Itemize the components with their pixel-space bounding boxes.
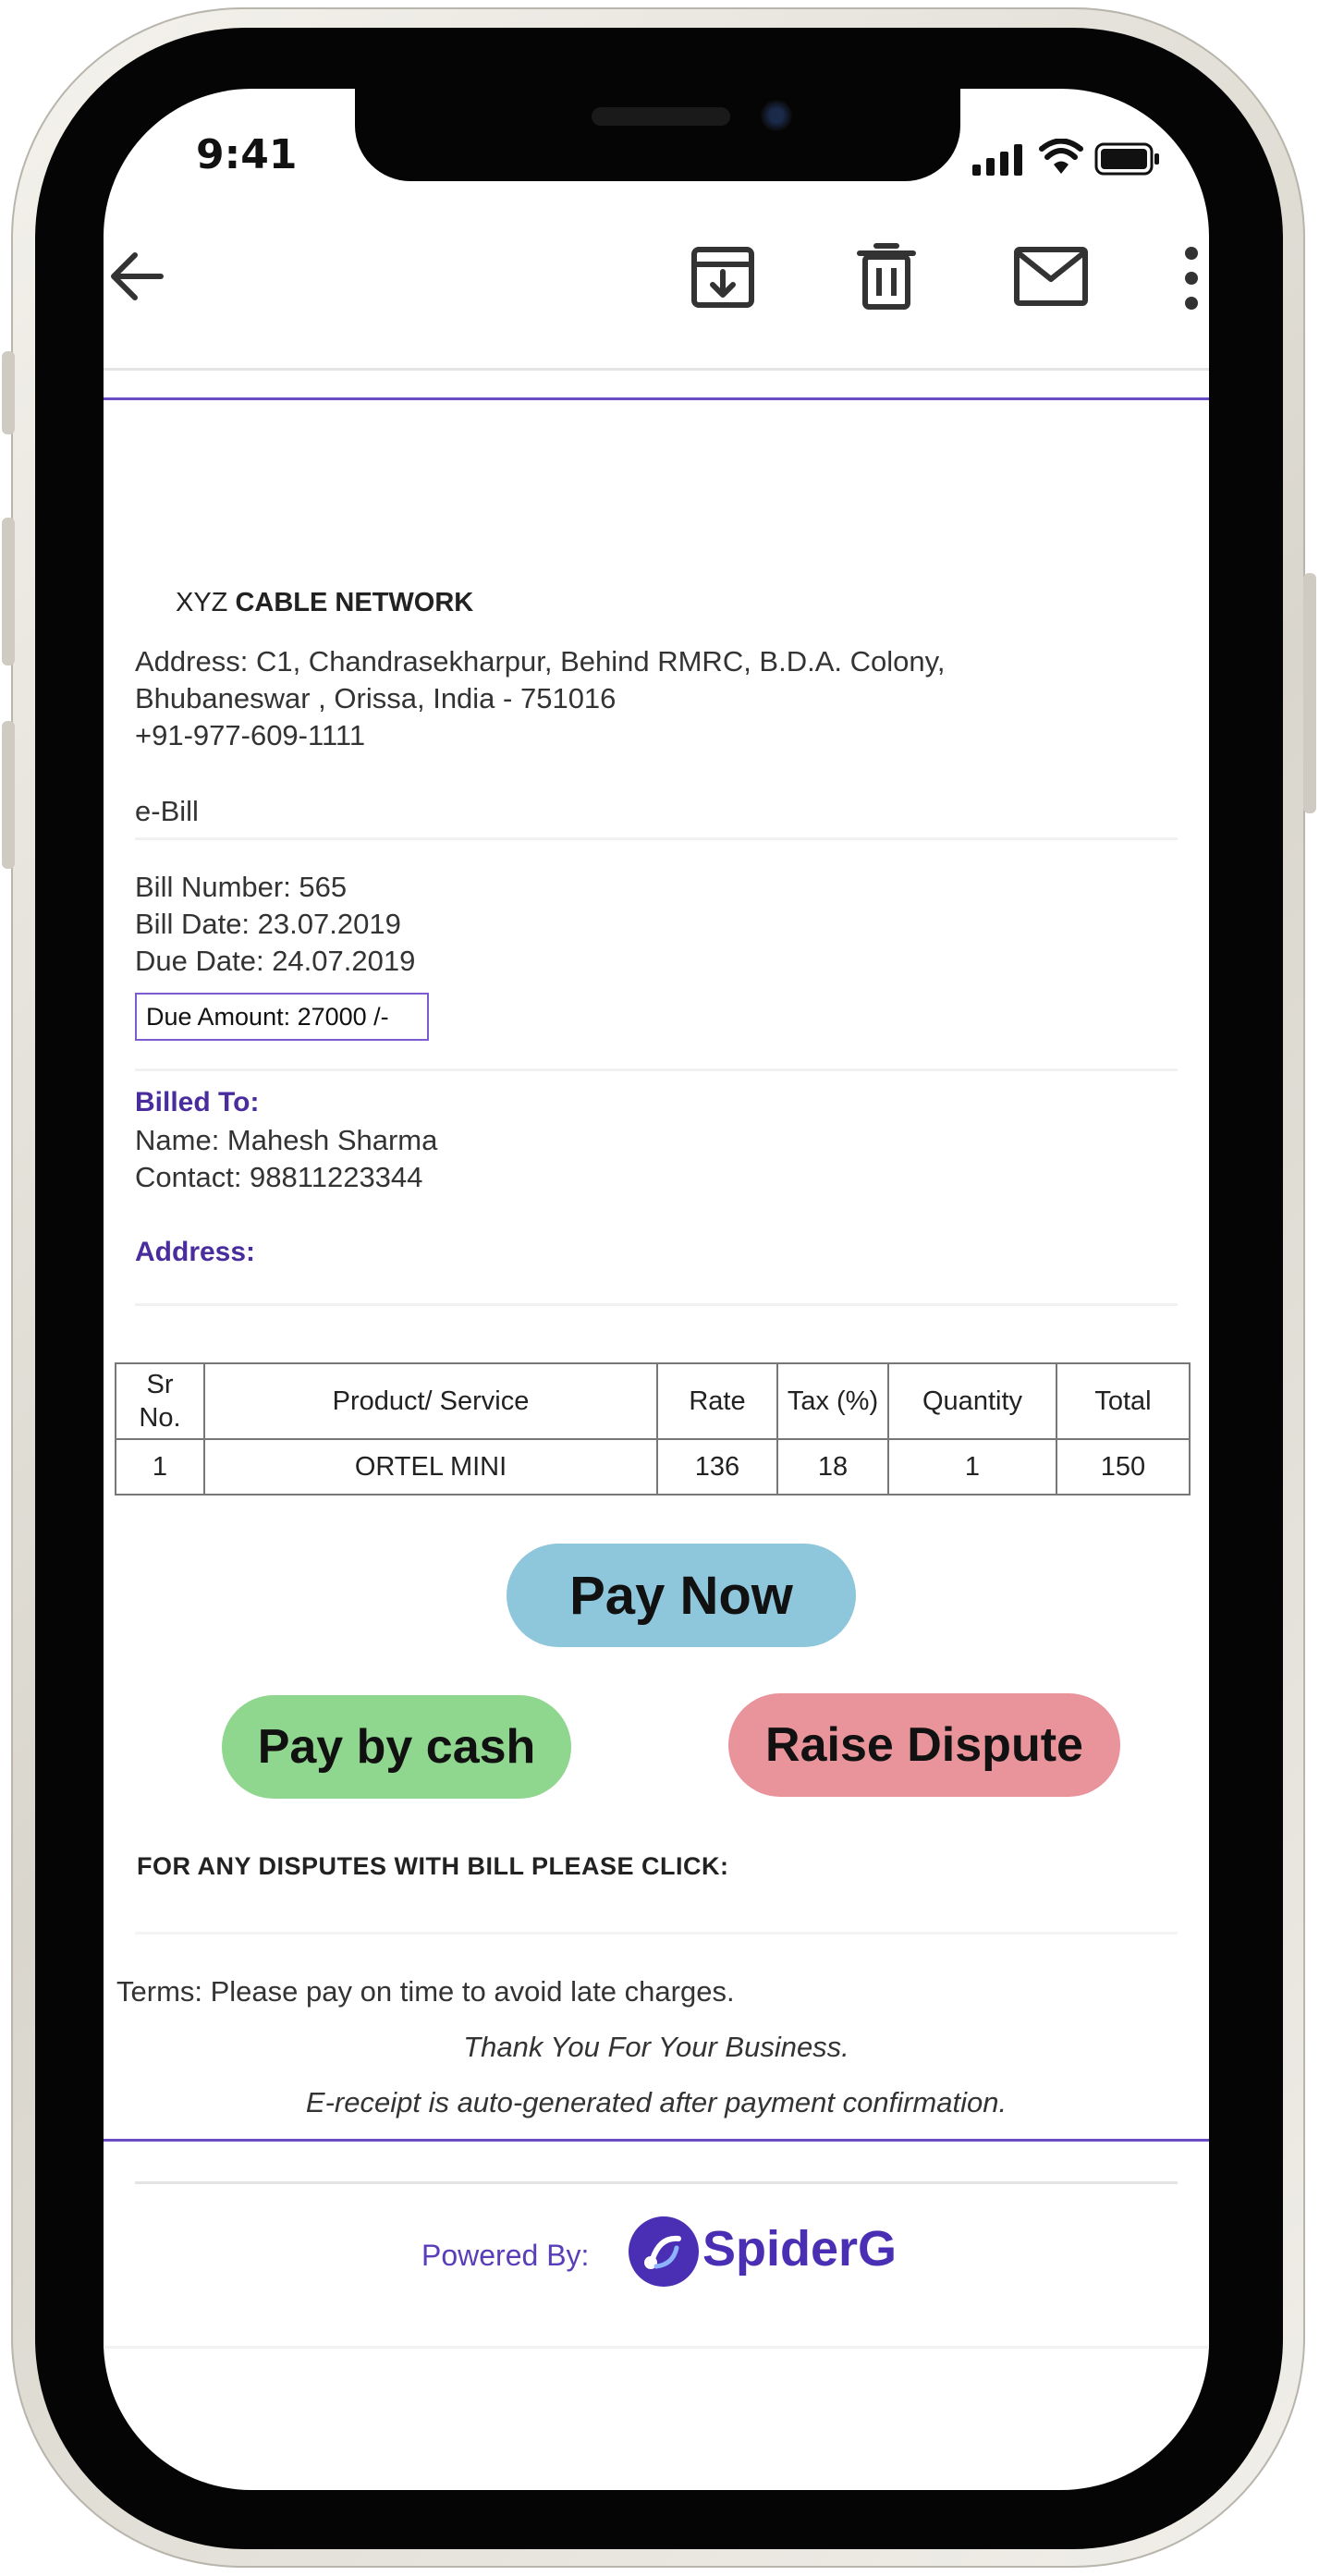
- col-product: Product/ Service: [203, 1362, 658, 1440]
- thank-you-text: Thank You For Your Business.: [463, 2031, 849, 2063]
- customer-name: Name: Mahesh Sharma: [135, 1124, 438, 1156]
- trash-icon: [857, 243, 916, 310]
- wifi-icon: [1039, 139, 1083, 176]
- business-phone: +91-977-609-1111: [135, 719, 366, 751]
- dispute-note: FOR ANY DISPUTES WITH BILL PLEASE CLICK:: [137, 1852, 729, 1880]
- due-amount: Due Amount: 27000 /-: [135, 993, 429, 1041]
- business-address-line1: Address: C1, Chandrasekharpur, Behind RM…: [135, 645, 946, 678]
- receipt-note: E-receipt is auto-generated after paymen…: [305, 2086, 1008, 2118]
- bill-number: Bill Number: 565: [135, 871, 348, 903]
- raise-dispute-button[interactable]: Raise Dispute: [728, 1693, 1120, 1797]
- back-button[interactable]: [104, 242, 172, 311]
- archive-download-icon: [691, 247, 754, 308]
- cell-tax: 18: [776, 1438, 889, 1496]
- signal-icon: [972, 144, 1026, 176]
- cell-quantity: 1: [887, 1438, 1057, 1496]
- col-tax: Tax (%): [776, 1362, 889, 1440]
- email-bottom-divider: [104, 2139, 1209, 2142]
- billed-to-label: Billed To:: [135, 1087, 260, 1117]
- col-sr-no: Sr No.: [115, 1362, 205, 1440]
- due-date: Due Date: 24.07.2019: [135, 945, 416, 977]
- toolbar-separator: [104, 368, 1209, 371]
- phone-screen: [104, 89, 1209, 2490]
- document-type: e-Bill: [135, 795, 199, 827]
- customer-address-label: Address:: [135, 1237, 256, 1267]
- mail-button[interactable]: [1013, 246, 1089, 307]
- business-prefix: XYZ: [176, 588, 228, 617]
- powered-by-label: Powered By:: [421, 2239, 590, 2272]
- pay-by-cash-button[interactable]: Pay by cash: [222, 1695, 571, 1799]
- spiderg-logo-icon: [629, 2216, 699, 2287]
- section-separator-4: [135, 1932, 1178, 1935]
- more-vertical-icon: [1185, 247, 1198, 310]
- cell-rate: 136: [656, 1438, 778, 1496]
- section-separator-3: [135, 1303, 1178, 1306]
- phone-volume-up-button: [2, 518, 15, 665]
- section-separator-1: [135, 837, 1178, 840]
- section-separator-2: [135, 1068, 1178, 1071]
- footer-bottom-separator: [104, 2346, 1209, 2349]
- arrow-left-icon: [111, 252, 164, 300]
- phone-volume-down-button: [2, 721, 15, 869]
- cell-sr: 1: [115, 1438, 205, 1496]
- col-total: Total: [1056, 1362, 1191, 1440]
- status-time: 9:41: [196, 131, 298, 178]
- email-top-divider: [104, 397, 1209, 400]
- phone-side-button: [2, 351, 15, 434]
- bill-items-table: Sr No. Product/ Service Rate Tax (%) Qua…: [115, 1362, 1191, 1496]
- pay-now-button[interactable]: Pay Now: [507, 1544, 856, 1647]
- speaker-grille: [592, 107, 730, 126]
- col-rate: Rate: [656, 1362, 778, 1440]
- footer-separator: [135, 2181, 1178, 2184]
- terms-text: Terms: Please pay on time to avoid late …: [116, 1975, 735, 2008]
- battery-icon: [1094, 142, 1161, 176]
- delete-button[interactable]: [852, 238, 921, 312]
- col-quantity: Quantity: [887, 1362, 1057, 1440]
- mail-icon: [1014, 247, 1088, 306]
- more-options-button[interactable]: [1179, 244, 1203, 312]
- table-header-row: Sr No. Product/ Service Rate Tax (%) Qua…: [115, 1362, 1191, 1440]
- business-title: CABLE NETWORK: [235, 588, 474, 617]
- brand-name: SpiderG: [702, 2221, 898, 2277]
- phone-power-button: [1303, 573, 1316, 813]
- customer-contact: Contact: 98811223344: [135, 1161, 423, 1193]
- business-address-line2: Bhubaneswar , Orissa, India - 751016: [135, 682, 617, 714]
- archive-button[interactable]: [688, 242, 758, 312]
- notch: [355, 89, 960, 181]
- front-camera: [761, 100, 792, 131]
- bill-date: Bill Date: 23.07.2019: [135, 908, 401, 940]
- table-row: 1 ORTEL MINI 136 18 1 150: [115, 1438, 1191, 1496]
- cell-product: ORTEL MINI: [203, 1438, 658, 1496]
- business-name: XYZ CABLE NETWORK: [176, 588, 473, 618]
- cell-total: 150: [1056, 1438, 1191, 1496]
